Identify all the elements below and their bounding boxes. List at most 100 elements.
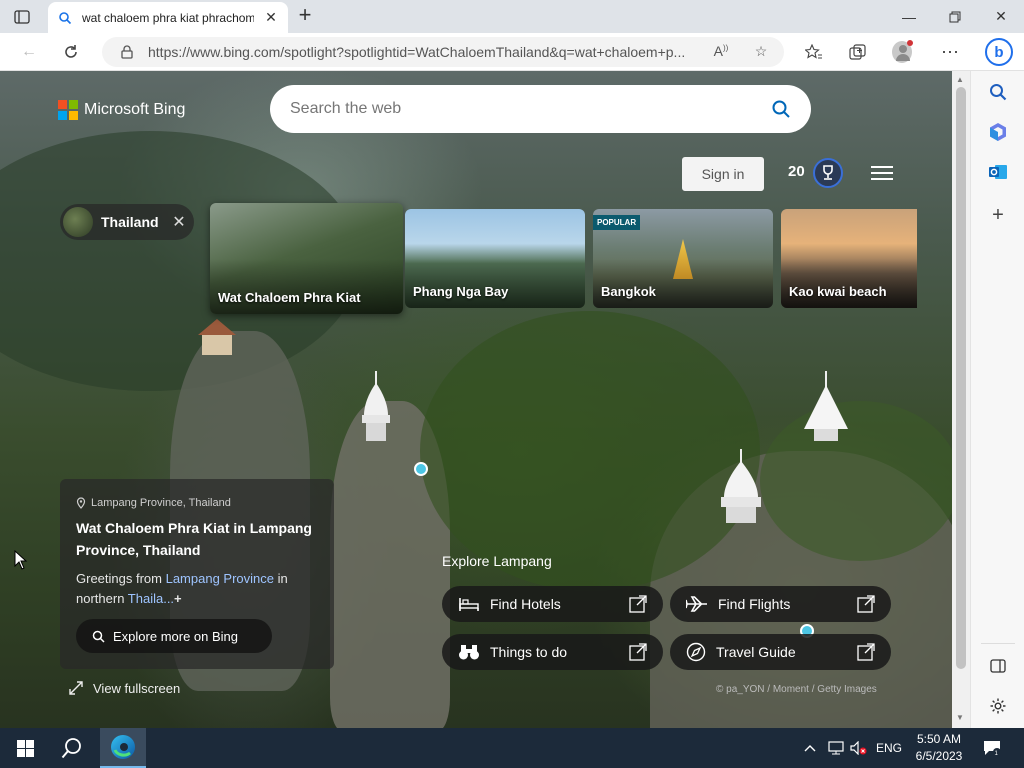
close-icon[interactable]: ✕ bbox=[167, 212, 191, 232]
refresh-button[interactable] bbox=[58, 40, 84, 64]
card-caption: Wat Chaloem Phra Kiat bbox=[218, 290, 361, 305]
plane-icon bbox=[686, 596, 707, 612]
tab-active[interactable]: wat chaloem phra kiat phrachom ✕ bbox=[48, 2, 288, 33]
new-tab-button[interactable]: + bbox=[294, 4, 316, 27]
notifications-icon[interactable]: 1 bbox=[983, 728, 1001, 768]
binoculars-icon bbox=[459, 645, 479, 660]
things-to-do-label: Things to do bbox=[490, 644, 568, 660]
search-icon[interactable] bbox=[771, 99, 791, 119]
popular-badge: POPULAR bbox=[593, 215, 641, 230]
url-text[interactable]: https://www.bing.com/spotlight?spotlight… bbox=[148, 44, 708, 60]
external-link-icon bbox=[857, 643, 875, 661]
edge-icon bbox=[111, 735, 135, 759]
find-flights-label: Find Flights bbox=[718, 596, 791, 612]
search-icon bbox=[59, 11, 72, 24]
system-clock[interactable]: 5:50 AM 6/5/2023 bbox=[906, 731, 972, 765]
find-flights-button[interactable]: Find Flights bbox=[670, 586, 891, 622]
hide-sidebar-icon[interactable] bbox=[987, 655, 1009, 677]
address-bar[interactable]: https://www.bing.com/spotlight?spotlight… bbox=[102, 37, 784, 67]
bing-logo[interactable]: Microsoft Bing bbox=[58, 100, 185, 120]
search-input[interactable]: Search the web bbox=[290, 100, 771, 118]
info-description: Greetings from Lampang Province in north… bbox=[76, 569, 318, 609]
workspaces-icon[interactable] bbox=[10, 7, 34, 27]
stupa-image bbox=[362, 371, 390, 441]
tab-strip: wat chaloem phra kiat phrachom ✕ + — ✕ bbox=[0, 0, 1024, 33]
find-hotels-button[interactable]: Find Hotels bbox=[442, 586, 663, 622]
volume-muted-icon[interactable] bbox=[850, 728, 868, 768]
travel-guide-button[interactable]: Travel Guide bbox=[670, 634, 891, 670]
things-to-do-button[interactable]: Things to do bbox=[442, 634, 663, 670]
info-panel: Lampang Province, Thailand Wat Chaloem P… bbox=[60, 479, 334, 669]
sign-in-button[interactable]: Sign in bbox=[682, 157, 764, 191]
spotlight-card[interactable]: Wat Chaloem Phra Kiat bbox=[210, 203, 403, 314]
chip-label: Thailand bbox=[101, 214, 159, 230]
minimize-button[interactable]: — bbox=[886, 0, 932, 33]
scroll-up-icon[interactable]: ▲ bbox=[956, 75, 964, 84]
read-aloud-icon[interactable]: A)) bbox=[712, 43, 730, 61]
address-toolbar: ← https://www.bing.com/spotlight?spotlig… bbox=[0, 33, 1024, 71]
spotlight-card[interactable]: POPULAR Bangkok bbox=[593, 209, 773, 308]
taskbar-search-button[interactable] bbox=[54, 728, 90, 768]
add-icon[interactable]: + bbox=[987, 204, 1009, 226]
back-button[interactable]: ← bbox=[16, 40, 42, 64]
divider bbox=[981, 643, 1015, 644]
image-credit: © pa_YON / Moment / Getty Images bbox=[716, 684, 877, 695]
lock-icon[interactable] bbox=[120, 45, 134, 59]
spotlight-card[interactable]: Kao kwai beach bbox=[781, 209, 917, 308]
forest-shape bbox=[760, 401, 952, 561]
rewards-trophy-icon[interactable] bbox=[813, 158, 843, 188]
show-hidden-icons-button[interactable] bbox=[804, 728, 816, 768]
search-box[interactable]: Search the web bbox=[270, 85, 811, 133]
external-link-icon bbox=[629, 595, 647, 613]
explore-more-button[interactable]: Explore more on Bing bbox=[76, 619, 272, 653]
windows-taskbar: ENG 5:50 AM 6/5/2023 1 bbox=[0, 728, 1024, 768]
search-icon bbox=[61, 738, 81, 759]
forest-shape bbox=[420, 311, 760, 591]
temple-image bbox=[198, 319, 236, 355]
more-options-icon[interactable]: ⋯ bbox=[940, 42, 960, 62]
thailand-link[interactable]: Thaila... bbox=[128, 591, 174, 606]
rewards-points[interactable]: 20 bbox=[788, 163, 805, 180]
menu-hamburger-icon[interactable] bbox=[871, 166, 893, 182]
scroll-down-icon[interactable]: ▼ bbox=[956, 713, 964, 722]
favorite-star-icon[interactable]: ☆ bbox=[752, 43, 770, 61]
scrollbar-thumb[interactable] bbox=[956, 87, 966, 669]
edge-sidebar: + bbox=[970, 71, 1024, 728]
network-icon[interactable] bbox=[828, 728, 844, 768]
map-pin-dot[interactable] bbox=[414, 462, 428, 476]
topic-chip[interactable]: Thailand ✕ bbox=[60, 204, 194, 240]
lampang-link[interactable]: Lampang Province bbox=[166, 571, 274, 586]
fullscreen-label: View fullscreen bbox=[93, 680, 181, 696]
info-title: Wat Chaloem Phra Kiat in Lampang Provinc… bbox=[76, 520, 312, 558]
profile-avatar[interactable] bbox=[892, 40, 913, 63]
bing-chat-icon[interactable]: b bbox=[984, 37, 1014, 67]
favorites-icon[interactable] bbox=[804, 42, 824, 62]
spotlight-card[interactable]: Phang Nga Bay bbox=[405, 209, 585, 308]
collections-icon[interactable] bbox=[848, 42, 868, 62]
office-icon[interactable] bbox=[987, 121, 1009, 143]
card-caption: Phang Nga Bay bbox=[413, 284, 509, 299]
page-scrollbar[interactable]: ▲ ▼ bbox=[952, 71, 970, 728]
close-tab-icon[interactable]: ✕ bbox=[264, 9, 278, 26]
start-button[interactable] bbox=[8, 728, 42, 768]
location-text: Lampang Province, Thailand bbox=[91, 497, 231, 509]
restore-button[interactable] bbox=[932, 0, 978, 33]
desc-text: Greetings from bbox=[76, 571, 166, 586]
stupa-image bbox=[804, 371, 848, 441]
windows-logo-icon bbox=[16, 739, 34, 757]
external-link-icon bbox=[629, 643, 647, 661]
view-fullscreen-button[interactable]: View fullscreen bbox=[68, 680, 180, 696]
taskbar-edge-button[interactable] bbox=[100, 728, 146, 768]
tab-title: wat chaloem phra kiat phrachom bbox=[82, 10, 254, 25]
expand-more-button[interactable]: + bbox=[174, 591, 182, 606]
compass-icon bbox=[686, 642, 706, 662]
explore-title: Explore Lampang bbox=[442, 553, 552, 569]
settings-gear-icon[interactable] bbox=[987, 695, 1009, 717]
microsoft-logo-icon bbox=[58, 100, 78, 120]
language-indicator[interactable]: ENG bbox=[876, 728, 902, 768]
spotlight-page: Microsoft Bing Search the web Sign in 20… bbox=[0, 71, 952, 728]
outlook-icon[interactable] bbox=[987, 161, 1009, 183]
close-window-button[interactable]: ✕ bbox=[978, 0, 1024, 33]
travel-guide-label: Travel Guide bbox=[716, 644, 796, 660]
search-icon[interactable] bbox=[987, 81, 1009, 103]
